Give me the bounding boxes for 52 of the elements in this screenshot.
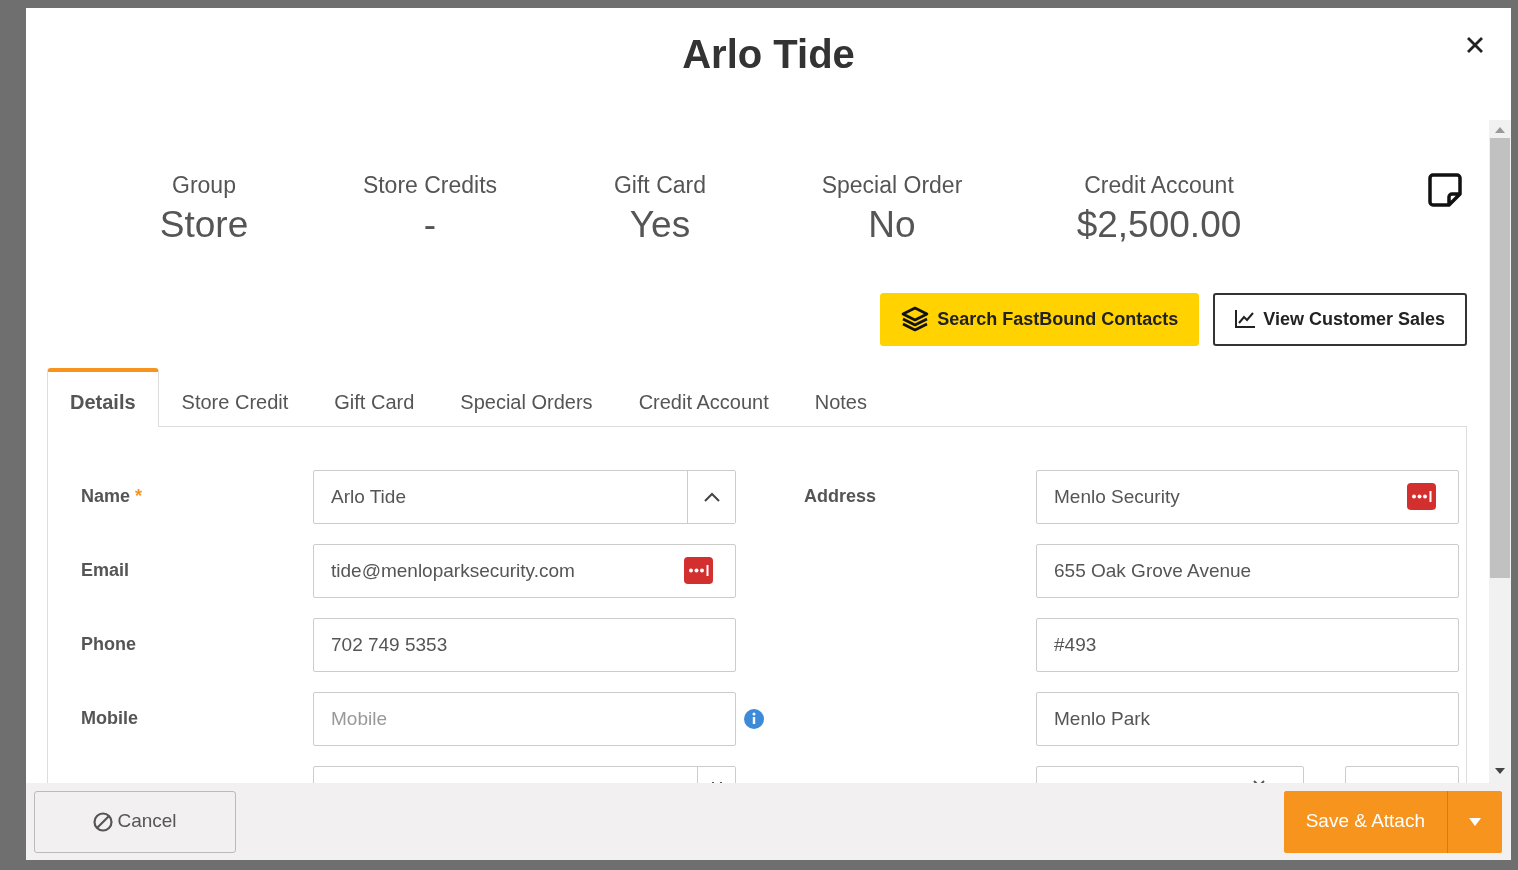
stat-label: Group — [172, 171, 236, 200]
sticky-note-icon[interactable] — [1427, 172, 1463, 208]
view-sales-button[interactable]: View Customer Sales — [1213, 292, 1467, 346]
input-field[interactable]: Menlo Security — [1037, 470, 1407, 523]
input-group[interactable]: Menlo Security — [1036, 469, 1459, 524]
stat-value: Store — [159, 202, 249, 247]
stat-label: Special Order — [821, 171, 963, 200]
input-field[interactable]: #493 — [1037, 618, 1458, 671]
password-manager-icon[interactable] — [1407, 483, 1436, 511]
scroll-down-icon[interactable] — [1495, 767, 1505, 775]
input-field[interactable]: Arlo Tide — [314, 470, 687, 523]
dropdown-toggle[interactable] — [1447, 790, 1502, 853]
input-field[interactable]: 655 Oak Grove Avenue — [1037, 544, 1458, 597]
stat-label: Store Credits — [362, 171, 498, 200]
stat-value: $2,500.00 — [1076, 202, 1242, 247]
tab[interactable]: Details — [47, 367, 159, 427]
caret-icon — [1469, 817, 1481, 826]
tab[interactable]: Credit Account — [615, 367, 792, 427]
stat-label: Credit Account — [1084, 171, 1234, 200]
stat-label: Gift Card — [614, 171, 706, 200]
collapse-button[interactable] — [687, 470, 735, 523]
input-field[interactable]: Mobile — [314, 692, 735, 745]
stat-value: Yes — [629, 202, 691, 247]
combo-field[interactable]: Arlo Tide — [313, 469, 736, 524]
input-field[interactable]: 702 749 5353 — [314, 618, 735, 671]
close-icon — [1465, 34, 1485, 55]
required-mark: * — [135, 486, 143, 507]
line-chart-icon — [1235, 310, 1256, 329]
stat-value: No — [868, 202, 916, 247]
input-field[interactable]: Menlo Park — [1037, 692, 1458, 745]
search-contacts-button[interactable]: Search FastBound Contacts — [880, 292, 1200, 346]
field-label: Email — [81, 560, 130, 581]
tab[interactable]: Gift Card — [311, 367, 438, 427]
scroll-up-icon[interactable] — [1495, 126, 1505, 134]
tab[interactable]: Special Orders — [437, 367, 616, 427]
tab[interactable]: Store Credit — [158, 367, 312, 427]
dialog-title: Arlo Tide — [682, 31, 855, 78]
layers-icon — [901, 305, 930, 334]
cancel-icon — [93, 811, 114, 832]
info-icon[interactable] — [744, 708, 764, 729]
field-label: Address — [804, 486, 877, 507]
input-field[interactable]: tide@menloparksecurity.com — [314, 544, 684, 597]
scrollbar[interactable] — [1489, 120, 1511, 783]
tab[interactable]: Notes — [791, 367, 890, 427]
field-label: Name — [81, 486, 131, 507]
stat-value: - — [423, 202, 437, 247]
field-label: Mobile — [81, 708, 138, 729]
password-manager-icon[interactable] — [684, 557, 713, 585]
field-label: Phone — [81, 634, 136, 655]
input-group[interactable]: tide@menloparksecurity.com — [313, 543, 736, 598]
cancel-button[interactable]: Cancel — [34, 790, 236, 853]
chevron-up-icon — [703, 491, 720, 502]
